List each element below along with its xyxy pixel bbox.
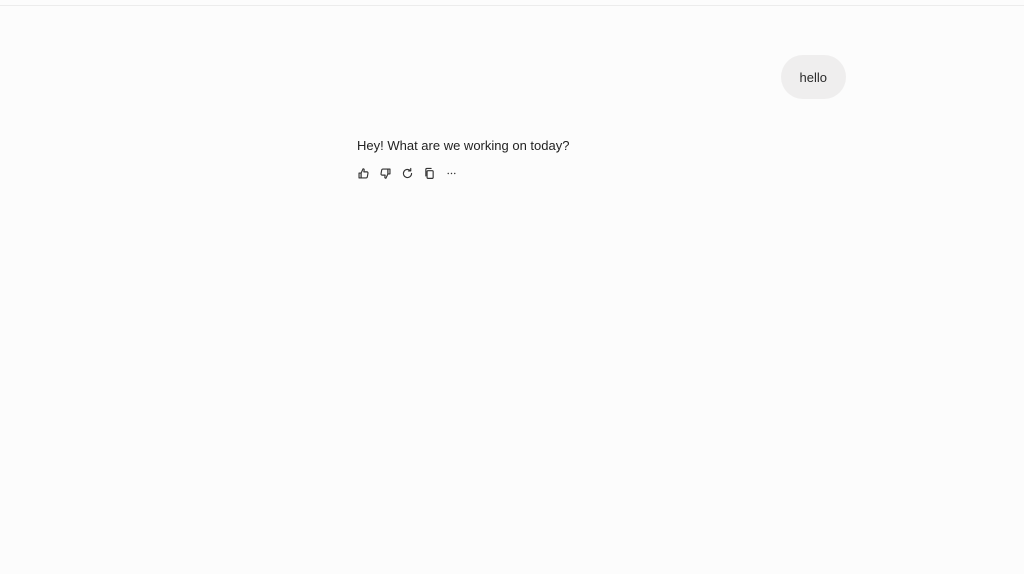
user-message-text: hello bbox=[799, 69, 827, 85]
like-button[interactable] bbox=[356, 166, 370, 180]
thumbs-up-icon bbox=[357, 167, 369, 179]
user-message-bubble: hello bbox=[780, 55, 846, 99]
chat-conversation: hello Hey! What are we working on today? bbox=[0, 0, 1024, 574]
message-actions bbox=[356, 166, 458, 180]
regenerate-icon bbox=[402, 167, 412, 178]
more-options-icon bbox=[447, 172, 455, 174]
regenerate-button[interactable] bbox=[400, 166, 414, 180]
more-options-button[interactable] bbox=[444, 166, 458, 180]
dislike-button[interactable] bbox=[378, 166, 392, 180]
thumbs-down-icon bbox=[379, 167, 391, 179]
copy-button[interactable] bbox=[422, 166, 436, 180]
copy-icon bbox=[424, 167, 434, 179]
assistant-message-text: Hey! What are we working on today? bbox=[357, 138, 570, 153]
